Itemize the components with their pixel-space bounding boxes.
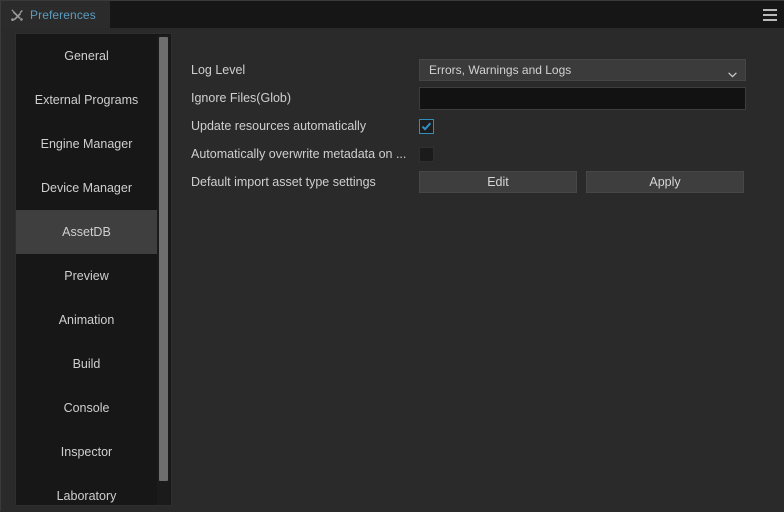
row-update-resources: Update resources automatically (191, 112, 761, 140)
sidebar-item-label: Laboratory (56, 489, 117, 503)
default-import-label: Default import asset type settings (191, 175, 376, 189)
sidebar-item-label: Console (63, 401, 110, 415)
sidebar-item-label: Animation (58, 313, 115, 327)
sidebar-item-preview[interactable]: Preview (16, 254, 157, 298)
tab-bar: Preferences (1, 1, 784, 28)
sidebar-item-build[interactable]: Build (16, 342, 157, 386)
overwrite-metadata-control (419, 146, 761, 162)
tab-preferences[interactable]: Preferences (1, 1, 110, 28)
chevron-down-icon (728, 67, 737, 78)
log-level-value: Errors, Warnings and Logs (429, 63, 572, 77)
sidebar-item-label: External Programs (34, 93, 139, 107)
sidebar-item-device-manager[interactable]: Device Manager (16, 166, 157, 210)
sidebar-item-general[interactable]: General (16, 34, 157, 78)
default-import-control: Edit Apply (419, 171, 761, 193)
preferences-window: Preferences General External Programs En… (0, 0, 784, 512)
sidebar-item-label: General (64, 49, 109, 63)
sidebar-item-assetdb[interactable]: AssetDB (16, 210, 157, 254)
sidebar-item-engine-manager[interactable]: Engine Manager (16, 122, 157, 166)
hamburger-line (763, 13, 777, 16)
row-log-level: Log Level Errors, Warnings and Logs (191, 56, 761, 84)
edit-button[interactable]: Edit (419, 171, 577, 193)
sidebar-item-inspector[interactable]: Inspector (16, 430, 157, 474)
settings-category-list: General External Programs Engine Manager… (16, 34, 157, 505)
log-level-label: Log Level (191, 63, 246, 77)
sidebar-item-label: Preview (64, 269, 109, 283)
ignore-files-label: Ignore Files(Glob) (191, 91, 292, 105)
update-resources-checkbox[interactable] (419, 118, 434, 134)
sidebar-scrollbar-track[interactable] (157, 35, 170, 505)
overwrite-metadata-checkbox[interactable] (419, 146, 434, 162)
sidebar-item-laboratory[interactable]: Laboratory (16, 474, 157, 505)
row-overwrite-metadata: Automatically overwrite metadata on ... (191, 140, 761, 168)
sidebar-item-label: Inspector (60, 445, 113, 459)
sidebar-item-external-programs[interactable]: External Programs (16, 78, 157, 122)
sidebar-item-console[interactable]: Console (16, 386, 157, 430)
row-default-import: Default import asset type settings Edit … (191, 168, 761, 196)
settings-category-sidebar: General External Programs Engine Manager… (15, 33, 172, 506)
sidebar-item-label: Engine Manager (40, 137, 133, 151)
sidebar-item-animation[interactable]: Animation (16, 298, 157, 342)
hamburger-line (763, 8, 777, 11)
tools-icon (10, 8, 24, 22)
hamburger-menu-icon[interactable] (755, 1, 784, 28)
row-ignore-files: Ignore Files(Glob) (191, 84, 761, 112)
ignore-files-control (419, 86, 761, 110)
sidebar-item-label: Device Manager (40, 181, 132, 195)
overwrite-metadata-label: Automatically overwrite metadata on ... (191, 147, 407, 161)
apply-button[interactable]: Apply (586, 171, 744, 193)
default-import-buttons: Edit Apply (419, 171, 744, 193)
tab-bar-empty-area (109, 1, 784, 28)
checkmark-icon (421, 121, 432, 132)
tab-label: Preferences (30, 7, 96, 22)
log-level-select[interactable]: Errors, Warnings and Logs (419, 59, 746, 81)
assetdb-settings-form: Log Level Errors, Warnings and Logs Igno… (191, 56, 761, 196)
hamburger-line (763, 18, 777, 21)
update-resources-control (419, 118, 761, 134)
log-level-control: Errors, Warnings and Logs (419, 59, 761, 81)
ignore-files-input[interactable] (419, 86, 746, 110)
sidebar-item-label: Build (72, 357, 101, 371)
sidebar-item-label: AssetDB (62, 225, 111, 239)
sidebar-scrollbar-thumb[interactable] (159, 37, 168, 481)
update-resources-label: Update resources automatically (191, 119, 367, 133)
content-area: General External Programs Engine Manager… (1, 28, 784, 512)
